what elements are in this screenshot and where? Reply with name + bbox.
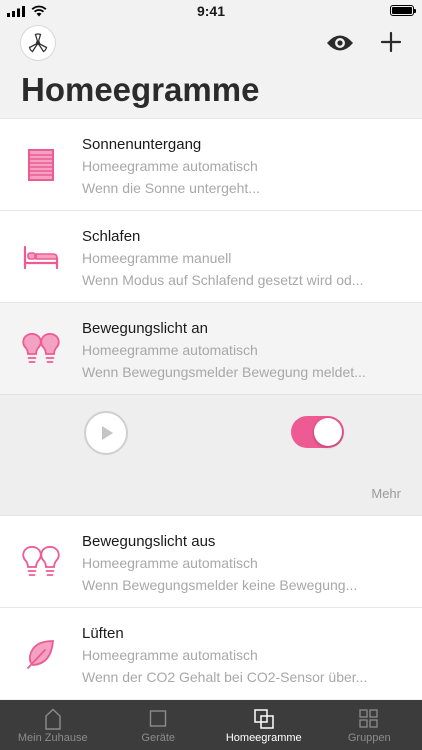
- item-description: Wenn der CO2 Gehalt bei CO2-Sensor über.…: [82, 669, 368, 685]
- homeegram-list: Sonnenuntergang Homeegramme automatisch …: [0, 118, 422, 699]
- tab-label: Geräte: [141, 732, 176, 744]
- item-description: Wenn Bewegungsmelder keine Bewegung...: [82, 577, 358, 593]
- homee-logo-icon: [28, 33, 48, 53]
- list-item[interactable]: Sonnenuntergang Homeegramme automatisch …: [0, 118, 422, 210]
- add-icon[interactable]: [380, 31, 402, 53]
- bulbs-off-icon: [22, 546, 60, 576]
- leaf-icon: [27, 640, 54, 669]
- play-button[interactable]: [84, 411, 128, 455]
- tab-geraete[interactable]: Geräte: [106, 700, 212, 750]
- device-icon: [150, 710, 167, 727]
- item-subtitle: Homeegramme manuell: [82, 250, 232, 266]
- item-title: Sonnenuntergang: [82, 136, 202, 153]
- enable-toggle[interactable]: [291, 416, 344, 448]
- item-subtitle: Homeegramme automatisch: [82, 342, 258, 358]
- item-description: Wenn die Sonne untergeht...: [82, 180, 260, 196]
- item-title: Schlafen: [82, 228, 141, 245]
- item-subtitle: Homeegramme automatisch: [82, 647, 258, 663]
- bed-icon: [23, 245, 59, 270]
- status-bar: 9:41: [0, 0, 422, 22]
- list-item-selected[interactable]: Bewegungslicht an Homeegramme automatisc…: [0, 302, 422, 394]
- status-time: 9:41: [196, 3, 226, 19]
- blinds-icon: [28, 149, 54, 181]
- item-description: Wenn Bewegungsmelder Bewegung meldet...: [82, 364, 366, 380]
- tab-label: Gruppen: [347, 732, 391, 744]
- expanded-panel: Mehr: [0, 394, 422, 515]
- groups-icon: [359, 709, 378, 728]
- logo-button[interactable]: [20, 25, 56, 61]
- homeegram-icon: [254, 709, 274, 729]
- more-link[interactable]: Mehr: [371, 486, 401, 501]
- list-item[interactable]: Bewegungslicht aus Homeegramme automatis…: [0, 515, 422, 607]
- tab-label: Homeegramme: [225, 732, 302, 744]
- item-title: Lüften: [82, 625, 124, 642]
- play-icon: [102, 426, 113, 440]
- item-subtitle: Homeegramme automatisch: [82, 555, 258, 571]
- item-title: Bewegungslicht an: [82, 320, 208, 337]
- eye-icon[interactable]: [326, 33, 354, 53]
- page-title: Homeegramme: [21, 71, 260, 108]
- top-bar: [0, 22, 422, 66]
- tab-bar: Mein Zuhause Geräte Homeegramme Gruppen: [0, 700, 422, 750]
- bulbs-on-icon: [22, 333, 60, 363]
- battery-icon: [390, 5, 416, 16]
- tab-homeegramme[interactable]: Homeegramme: [211, 700, 317, 750]
- tab-label: Mein Zuhause: [17, 732, 88, 744]
- toggle-knob: [314, 418, 342, 446]
- item-title: Bewegungslicht aus: [82, 533, 216, 550]
- home-icon: [45, 708, 61, 730]
- tab-mein-zuhause[interactable]: Mein Zuhause: [0, 700, 106, 750]
- tab-gruppen[interactable]: Gruppen: [317, 700, 422, 750]
- list-item[interactable]: Schlafen Homeegramme manuell Wenn Modus …: [0, 210, 422, 302]
- list-item[interactable]: Lüften Homeegramme automatisch Wenn der …: [0, 607, 422, 699]
- item-subtitle: Homeegramme automatisch: [82, 158, 258, 174]
- item-description: Wenn Modus auf Schlafend gesetzt wird od…: [82, 272, 364, 288]
